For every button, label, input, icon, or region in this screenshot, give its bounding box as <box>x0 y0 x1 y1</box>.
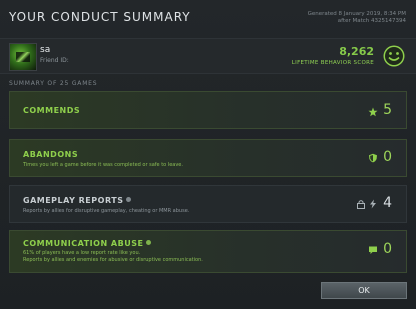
communication-abuse-title: COMMUNICATION ABUSE <box>23 239 152 248</box>
info-icon[interactable] <box>126 197 132 202</box>
communication-abuse-row: COMMUNICATION ABUSE 61% of players have … <box>9 230 407 273</box>
behavior-score-label: LIFETIME BEHAVIOR SCORE <box>291 60 374 66</box>
abandons-count: 0 <box>383 149 392 165</box>
commends-row: COMMENDS 5 <box>9 91 407 129</box>
avatar[interactable] <box>9 43 37 71</box>
friend-id-label: Friend ID: <box>40 57 69 64</box>
abandons-row: ABANDONS Times you left a game before it… <box>9 139 407 177</box>
generated-match: after Match 4325147394 <box>337 18 406 24</box>
info-icon[interactable] <box>146 240 152 245</box>
summary-label: SUMMARY OF 25 GAMES <box>9 80 98 87</box>
player-bar: sa Friend ID: 8,262 LIFETIME BEHAVIOR SC… <box>0 38 416 74</box>
gameplay-reports-label: GAMEPLAY REPORTS <box>23 196 124 205</box>
star-icon <box>368 107 378 117</box>
shield-icon <box>369 153 377 163</box>
lightning-icon <box>370 199 376 209</box>
gameplay-reports-row: GAMEPLAY REPORTS Reports by allies for d… <box>9 185 407 223</box>
gameplay-reports-count: 4 <box>383 195 392 211</box>
communication-abuse-explanation: Reports by allies and enemies for abusiv… <box>23 256 203 263</box>
smiley-face-icon <box>383 45 405 67</box>
conduct-summary-dialog: YOUR CONDUCT SUMMARY Generated 8 January… <box>0 0 416 309</box>
chat-bubble-icon <box>369 246 377 254</box>
communication-abuse-label: COMMUNICATION ABUSE <box>23 239 144 248</box>
commends-count: 5 <box>383 102 392 118</box>
generated-date: Generated 8 January 2019, 8:34 PM <box>307 11 406 17</box>
behavior-score: 8,262 <box>339 45 374 58</box>
ok-button[interactable]: OK <box>321 282 407 299</box>
generated-info: Generated 8 January 2019, 8:34 PM after … <box>308 11 406 25</box>
commends-title: COMMENDS <box>23 106 81 115</box>
abandons-description: Times you left a game before it was comp… <box>23 162 183 168</box>
communication-abuse-description: 61% of players have a low report rate li… <box>23 250 203 263</box>
dialog-title: YOUR CONDUCT SUMMARY <box>9 10 191 24</box>
gameplay-reports-title: GAMEPLAY REPORTS <box>23 196 132 205</box>
abandons-title: ABANDONS <box>23 150 79 159</box>
lock-icon <box>357 200 365 209</box>
gameplay-reports-description: Reports by allies for disruptive gamepla… <box>23 208 190 214</box>
communication-abuse-count: 0 <box>383 241 392 257</box>
player-name: sa <box>40 45 51 55</box>
